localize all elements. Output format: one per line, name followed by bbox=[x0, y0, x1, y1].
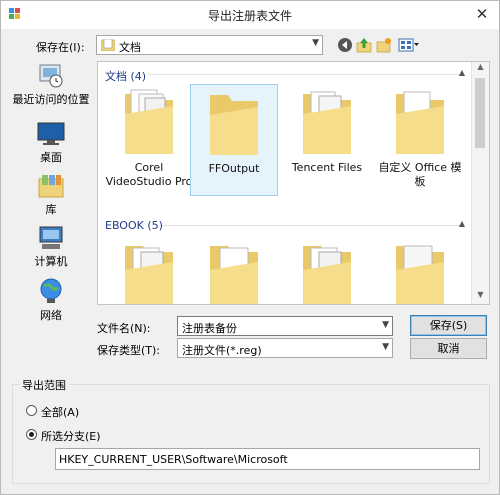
places-bar: 最近访问的位置 桌面 库 计算机 网络 bbox=[9, 59, 93, 369]
place-network[interactable]: 网络 bbox=[9, 277, 93, 323]
folder-icon bbox=[303, 91, 351, 154]
folder-icon bbox=[210, 95, 258, 155]
filename-input[interactable]: 注册表备份 ▼ bbox=[177, 316, 393, 336]
group-header-documents[interactable]: 文档 (4) bbox=[105, 68, 146, 84]
folder-item[interactable]: Tencent Files bbox=[283, 84, 371, 196]
folder-item[interactable] bbox=[283, 236, 371, 304]
place-label-recent: 最近访问的位置 bbox=[12, 93, 90, 106]
radio-dot bbox=[29, 432, 34, 437]
group-header-ebook[interactable]: EBOOK (5) bbox=[105, 219, 163, 232]
folder-item-selected[interactable]: FFOutput bbox=[190, 84, 278, 196]
filetype-select[interactable]: 注册文件(*.reg) ▼ bbox=[177, 338, 393, 358]
radio-selected-branch[interactable] bbox=[26, 429, 37, 440]
chevron-down-icon: ▼ bbox=[312, 38, 319, 48]
new-folder-icon[interactable] bbox=[376, 37, 392, 53]
place-libraries[interactable]: 库 bbox=[9, 173, 93, 217]
documents-folder-icon bbox=[101, 39, 115, 51]
radio-all[interactable] bbox=[26, 405, 37, 416]
libraries-icon bbox=[38, 175, 64, 198]
scroll-up-icon[interactable]: ▲ bbox=[472, 62, 489, 76]
cancel-button[interactable]: 取消 bbox=[410, 338, 487, 359]
window-title: 导出注册表文件 bbox=[207, 9, 292, 23]
folder-item[interactable]: 自定义 Office 模板 bbox=[376, 84, 464, 206]
desktop-icon bbox=[37, 122, 65, 145]
file-list-pane[interactable]: 文档 (4) ▲ Corel VideoStudio Pro FFOutput bbox=[97, 61, 490, 305]
place-label-desktop: 桌面 bbox=[40, 151, 62, 164]
folder-item[interactable] bbox=[376, 236, 464, 304]
up-folder-icon[interactable] bbox=[356, 37, 372, 53]
place-computer[interactable]: 计算机 bbox=[9, 225, 93, 269]
folder-item[interactable]: Corel VideoStudio Pro bbox=[105, 84, 193, 206]
radio-all-label[interactable]: 全部(A) bbox=[41, 404, 79, 420]
close-button[interactable]: ✕ bbox=[473, 6, 491, 22]
folder-icon bbox=[396, 245, 444, 304]
folder-icon bbox=[396, 91, 444, 154]
collapse-group-icon[interactable]: ▲ bbox=[459, 219, 465, 228]
folder-label: FFOutput bbox=[208, 162, 260, 175]
folder-icon bbox=[303, 246, 351, 304]
network-icon bbox=[40, 278, 62, 303]
folder-icon bbox=[125, 246, 173, 304]
save-in-label: 保存在(I): bbox=[36, 41, 85, 54]
place-label-computer: 计算机 bbox=[34, 255, 68, 268]
filetype-label: 保存类型(T): bbox=[97, 344, 161, 357]
filetype-value: 注册文件(*.reg) bbox=[182, 344, 262, 357]
group-divider bbox=[162, 225, 463, 226]
export-range-title: 导出范围 bbox=[19, 377, 69, 393]
branch-path-input[interactable]: HKEY_CURRENT_USER\Software\Microsoft bbox=[55, 448, 480, 470]
computer-icon bbox=[39, 226, 63, 249]
folder-label: 自定义 Office 模板 bbox=[378, 161, 462, 188]
filename-value: 注册表备份 bbox=[182, 322, 237, 335]
view-menu-icon[interactable] bbox=[398, 37, 420, 53]
group-divider bbox=[148, 74, 463, 75]
folder-icon bbox=[125, 89, 173, 154]
title-bar: 导出注册表文件 ✕ bbox=[1, 1, 499, 29]
place-label-network: 网络 bbox=[40, 309, 62, 322]
folder-item[interactable] bbox=[105, 236, 193, 304]
recent-places-icon bbox=[39, 64, 63, 88]
vertical-scrollbar[interactable]: ▲ ▼ bbox=[471, 62, 489, 304]
save-in-dropdown[interactable]: 文档 ▼ bbox=[96, 35, 323, 55]
branch-path-value: HKEY_CURRENT_USER\Software\Microsoft bbox=[59, 453, 288, 466]
export-registry-dialog: 导出注册表文件 ✕ 保存在(I): 文档 ▼ 最近访问的位置 桌面 库 计算机 … bbox=[0, 0, 500, 495]
folder-item[interactable] bbox=[190, 236, 278, 304]
scroll-thumb[interactable] bbox=[475, 78, 485, 148]
folder-icon bbox=[210, 246, 258, 304]
folder-label: Tencent Files bbox=[291, 161, 363, 174]
collapse-group-icon[interactable]: ▲ bbox=[459, 68, 465, 77]
back-icon[interactable] bbox=[337, 37, 353, 53]
scroll-down-icon[interactable]: ▼ bbox=[472, 290, 489, 304]
place-recent[interactable]: 最近访问的位置 bbox=[9, 61, 93, 107]
chevron-down-icon[interactable]: ▼ bbox=[382, 342, 389, 352]
radio-branch-label[interactable]: 所选分支(E) bbox=[41, 428, 101, 444]
place-label-libraries: 库 bbox=[45, 203, 57, 216]
save-in-value: 文档 bbox=[119, 41, 141, 54]
chevron-down-icon[interactable]: ▼ bbox=[382, 320, 389, 330]
place-desktop[interactable]: 桌面 bbox=[9, 121, 93, 165]
folder-label: Corel VideoStudio Pro bbox=[105, 161, 193, 188]
save-button[interactable]: 保存(S) bbox=[410, 315, 487, 336]
filename-label: 文件名(N): bbox=[97, 322, 151, 335]
